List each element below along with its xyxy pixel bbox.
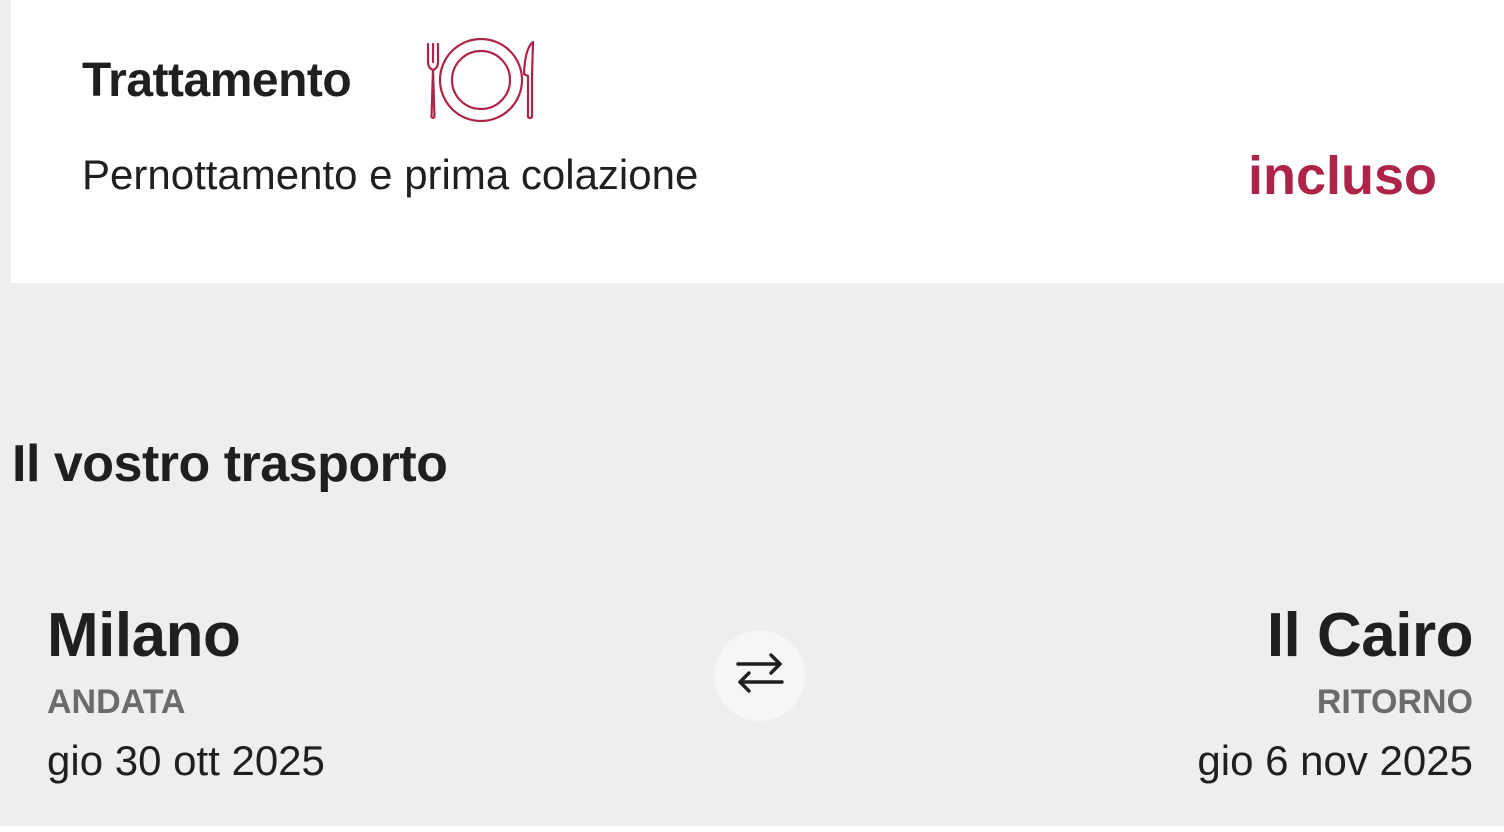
outbound-leg: Milano ANDATA gio 30 ott 2025 [47, 600, 325, 786]
treatment-description: Pernottamento e prima colazione [82, 151, 699, 198]
return-date: gio 6 nov 2025 [1197, 737, 1473, 784]
transport-section-title: Il vostro trasporto [12, 435, 448, 493]
return-label: RITORNO [1316, 683, 1473, 721]
divider [0, 826, 1504, 832]
outbound-date: gio 30 ott 2025 [47, 737, 325, 784]
included-badge: incluso [1247, 146, 1437, 206]
outbound-city: Milano [47, 601, 241, 670]
swap-arrows-icon [735, 651, 784, 700]
outbound-label: ANDATA [47, 683, 186, 721]
plate-fork-knife-icon [425, 37, 537, 123]
return-city: Il Cairo [1266, 601, 1474, 670]
treatment-card: Trattamento Pernottamento e prima colazi… [11, 0, 1504, 283]
return-leg: Il Cairo RITORNO gio 6 nov 2025 [1197, 600, 1473, 786]
swap-direction-button[interactable] [714, 630, 805, 721]
treatment-title: Trattamento [82, 54, 352, 107]
